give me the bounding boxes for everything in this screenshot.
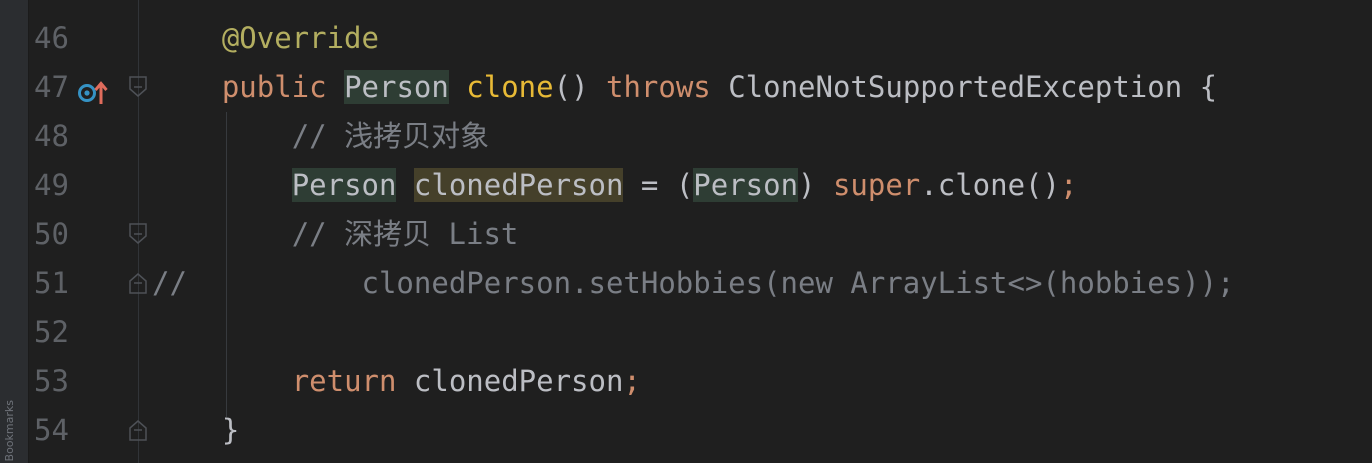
code-line[interactable]: 54 } (0, 406, 1372, 455)
fold-collapse-icon[interactable] (129, 223, 147, 245)
line-number[interactable]: 46 (34, 14, 78, 63)
code-token: Person (291, 168, 397, 202)
code-line[interactable]: 53 return clonedPerson; (0, 357, 1372, 406)
code-text[interactable]: // 深拷贝 List (152, 210, 519, 259)
code-token: @Override (221, 21, 379, 55)
code-token: = ( (623, 168, 694, 202)
code-token: .clone() (920, 168, 1060, 202)
code-token: Person (693, 168, 799, 202)
line-number[interactable]: 49 (34, 161, 78, 210)
code-token: } (221, 413, 240, 447)
code-text[interactable]: } (152, 406, 239, 455)
code-token: // (152, 266, 187, 300)
code-token: CloneNotSupportedException { (728, 70, 1218, 104)
line-number[interactable]: 48 (34, 112, 78, 161)
code-line[interactable]: 48 // 浅拷贝对象 (0, 112, 1372, 161)
code-line[interactable]: 51 // clonedPerson.setHobbies(new ArrayLi… (0, 259, 1372, 308)
code-token: clone (466, 70, 554, 104)
code-token: ) (798, 168, 833, 202)
code-line[interactable]: 46 @Override (0, 14, 1372, 63)
fold-collapse-icon[interactable] (129, 76, 147, 98)
override-method-icon[interactable] (77, 73, 111, 104)
code-token: // 深拷贝 List (291, 217, 519, 251)
code-line[interactable]: 49 Person clonedPerson = (Person) super.… (0, 161, 1372, 210)
line-number[interactable]: 53 (34, 357, 78, 406)
code-text[interactable]: public Person clone() throws CloneNotSup… (152, 63, 1217, 112)
code-text[interactable]: return clonedPerson; (152, 357, 641, 406)
code-token: () (553, 70, 606, 104)
line-number[interactable]: 51 (34, 259, 78, 308)
code-line[interactable]: 47 public Person clone() throws CloneNot… (0, 63, 1372, 112)
code-token: return (291, 364, 414, 398)
code-text[interactable]: @Override (152, 14, 379, 63)
code-text[interactable]: Person clonedPerson = (Person) super.clo… (152, 161, 1077, 210)
code-token: ; (623, 364, 641, 398)
code-token: // 浅拷贝对象 (291, 119, 490, 153)
line-number[interactable]: 50 (34, 210, 78, 259)
code-token: super (832, 168, 921, 202)
code-text[interactable]: // 浅拷贝对象 (152, 112, 489, 161)
fold-end-icon[interactable] (129, 419, 147, 441)
line-number[interactable]: 47 (34, 63, 78, 112)
code-token: Person (344, 70, 449, 104)
code-token: clonedPerson (413, 168, 624, 202)
code-line[interactable]: 50 // 深拷贝 List (0, 210, 1372, 259)
code-line[interactable]: 52 (0, 308, 1372, 357)
code-token: clonedPerson.setHobbies(new ArrayList<>(… (186, 266, 1235, 300)
code-token: public (221, 70, 345, 104)
line-number[interactable]: 52 (34, 308, 78, 357)
code-token: clonedPerson (413, 364, 624, 398)
code-token: throws (606, 70, 729, 104)
code-editor[interactable]: Bookmarks 46 @Override 47 public Person c… (0, 0, 1372, 463)
code-token: ; (1059, 168, 1078, 202)
code-text[interactable]: // clonedPerson.setHobbies(new ArrayList… (152, 259, 1235, 308)
fold-end-icon[interactable] (129, 272, 147, 294)
line-number[interactable]: 54 (34, 406, 78, 455)
